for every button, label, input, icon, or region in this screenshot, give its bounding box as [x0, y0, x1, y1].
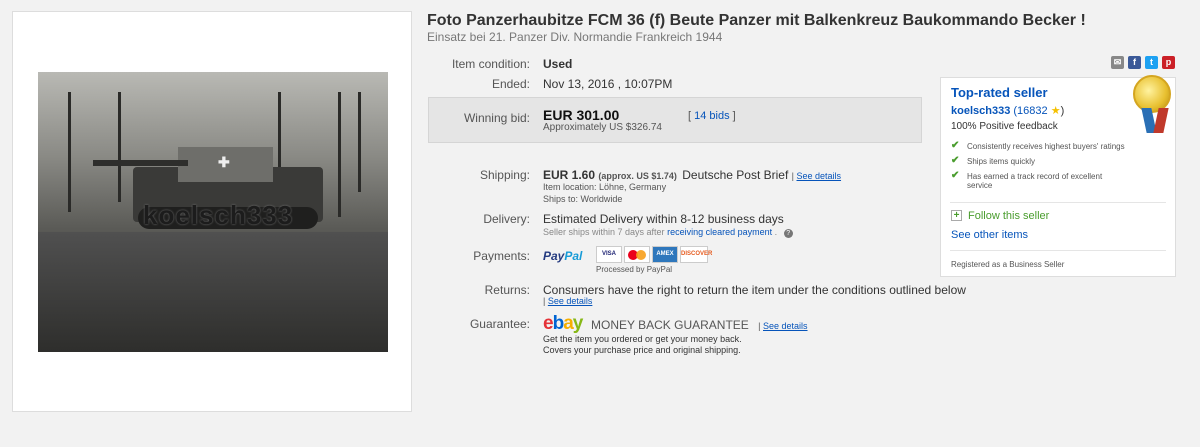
- pinterest-icon[interactable]: p: [1162, 56, 1175, 69]
- paypal-logo: PayPal: [543, 249, 583, 263]
- ended-label: Ended:: [491, 77, 530, 91]
- returns-label: Returns:: [484, 283, 530, 297]
- shipping-see-details-link[interactable]: See details: [797, 171, 842, 181]
- guarantee-line-1: Get the item you ordered or get your mon…: [543, 334, 742, 344]
- returns-value: Consumers have the right to return the i…: [543, 283, 966, 297]
- balkenkreuz-icon: ✚: [218, 154, 230, 170]
- bid-history-link[interactable]: 14 bids: [694, 110, 729, 122]
- check-icon: ✔: [951, 170, 960, 181]
- condition-label: Item condition:: [451, 57, 530, 71]
- bid-bracket-close: ]: [732, 110, 736, 122]
- delivery-value: Estimated Delivery within 8-12 business …: [543, 212, 784, 226]
- condition-value: Used: [543, 57, 573, 71]
- bid-bracket-open: [: [688, 110, 692, 122]
- shipping-service: Deutsche Post Brief: [682, 168, 789, 182]
- item-location: Item location: Löhne, Germany: [543, 182, 667, 192]
- email-icon[interactable]: ✉: [1111, 56, 1124, 69]
- feedback-score-link[interactable]: (16832: [1013, 105, 1047, 117]
- processed-by: Processed by PayPal: [596, 265, 673, 274]
- tank-gun: [93, 160, 188, 166]
- guarantee-see-details-link[interactable]: See details: [763, 321, 808, 331]
- payments-label: Payments:: [473, 249, 530, 263]
- amex-card-icon: AMEX: [652, 246, 678, 263]
- ebay-logo: ebay: [543, 313, 583, 334]
- seller-point-3: Has earned a track record of excellent s…: [967, 172, 1103, 190]
- seller-name-link[interactable]: koelsch333: [951, 105, 1010, 117]
- seller-point-2: Ships items quickly: [967, 157, 1036, 166]
- check-icon: ✔: [951, 140, 960, 151]
- winning-bid-label: Winning bid:: [463, 111, 530, 125]
- winning-bid-amount: EUR 301.00: [543, 107, 620, 123]
- mastercard-icon: [624, 246, 650, 263]
- ended-value: Nov 13, 2016 , 10:07PM: [543, 77, 673, 91]
- shipping-line: EUR 1.60 (approx. US $1.74) Deutsche Pos…: [543, 168, 842, 182]
- winning-bid-approx: Approximately US $326.74: [543, 122, 662, 133]
- positive-feedback: 100% Positive feedback: [951, 121, 1058, 132]
- divider: [950, 250, 1166, 251]
- returns-see-details-link[interactable]: See details: [548, 296, 593, 306]
- top-rated-title: Top-rated seller: [951, 85, 1048, 100]
- bid-count: [ 14 bids ]: [688, 110, 736, 122]
- check-icon: ✔: [951, 155, 960, 166]
- help-icon[interactable]: ?: [783, 229, 793, 238]
- business-seller-note: Registered as a Business Seller: [951, 260, 1065, 269]
- guarantee-line-2: Covers your purchase price and original …: [543, 345, 741, 355]
- item-title: Foto Panzerhaubitze FCM 36 (f) Beute Pan…: [427, 12, 1086, 29]
- divider: [950, 202, 1166, 203]
- plus-icon[interactable]: +: [951, 210, 962, 221]
- guarantee-label: Guarantee:: [469, 317, 530, 331]
- facebook-icon[interactable]: f: [1128, 56, 1141, 69]
- item-photo[interactable]: ✚ koelsch333: [38, 72, 388, 352]
- photo-watermark: koelsch333: [143, 200, 294, 230]
- delivery-note-line: Seller ships within 7 days after receivi…: [543, 227, 793, 238]
- visa-card-icon: VISA: [596, 246, 622, 263]
- feedback-star-icon: ★: [1050, 105, 1061, 117]
- seller-name-line: koelsch333 (16832 ★): [951, 105, 1065, 117]
- seller-point-1: Consistently receives highest buyers' ra…: [967, 142, 1125, 151]
- item-photo-frame[interactable]: ✚ koelsch333: [12, 11, 412, 412]
- ships-to: Ships to: Worldwide: [543, 194, 623, 204]
- shipping-amount: EUR 1.60: [543, 168, 596, 182]
- twitter-icon[interactable]: t: [1145, 56, 1158, 69]
- shipping-label: Shipping:: [479, 168, 530, 182]
- item-subtitle: Einsatz bei 21. Panzer Div. Normandie Fr…: [427, 30, 723, 44]
- delivery-label: Delivery:: [483, 212, 530, 226]
- cleared-payment-link[interactable]: receiving cleared payment: [667, 227, 772, 237]
- delivery-note: Seller ships within 7 days after: [543, 227, 665, 237]
- money-back-guarantee: MONEY BACK GUARANTEE | See details: [591, 318, 808, 332]
- see-other-items-link[interactable]: See other items: [951, 229, 1028, 241]
- shipping-approx: (approx. US $1.74): [598, 171, 677, 181]
- mbg-text: MONEY BACK GUARANTEE: [591, 318, 749, 332]
- follow-seller-link[interactable]: Follow this seller: [968, 210, 1049, 222]
- discover-card-icon: DISCOVER: [680, 246, 712, 263]
